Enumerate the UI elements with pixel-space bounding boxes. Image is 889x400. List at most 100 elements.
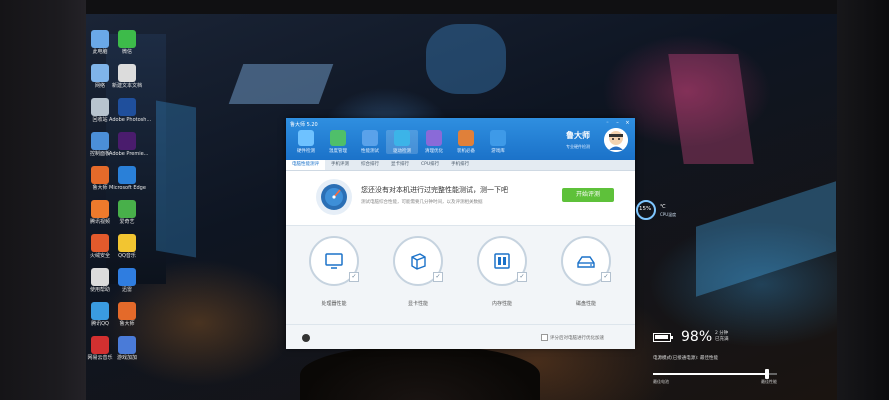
desktop-icon[interactable]: 游戏加加 [109, 336, 145, 361]
item-gpu[interactable]: ✓ 显卡性能 [388, 236, 448, 307]
app-icon [118, 132, 136, 150]
app-icon [118, 64, 136, 82]
start-benchmark-button[interactable]: 开始评测 [562, 188, 614, 202]
app-icon [118, 166, 136, 184]
apps-icon [458, 130, 474, 146]
power-mode-status: 电源模式(已接通电源): 最佳性能 [653, 356, 718, 361]
subtab-phone[interactable]: 手机评测 [325, 160, 355, 170]
desktop-icon[interactable]: 迅雷 [109, 268, 145, 293]
desktop-icon-label: Microsoft Edge [109, 185, 146, 191]
slider-left-label: 最佳电池 [653, 379, 669, 384]
optimize-after-test-option[interactable]: 评分后对电脑进行优化加速 [541, 334, 604, 341]
brand-subtitle: 专业硬件检测 [566, 144, 590, 149]
item-label: 内存性能 [491, 301, 512, 307]
item-memory[interactable]: ✓ 内存性能 [472, 236, 532, 307]
battery-level [655, 335, 668, 339]
history-icon[interactable] [302, 334, 310, 342]
monitor-icon [325, 253, 343, 269]
item-label: 磁盘性能 [575, 301, 596, 307]
app-icon [91, 98, 109, 116]
monitor-bezel-right [837, 0, 889, 400]
monitor-bezel-top [0, 0, 889, 14]
battery-remaining: 2 分钟 已充满 [715, 331, 729, 342]
subtab-overall-rank[interactable]: 综合排行 [355, 160, 385, 170]
app-icon [118, 98, 136, 116]
benchmark-hero: 您还没有对本机进行过完整性能测试，测一下吧 测试电脑综合性能，可能需要几分钟时间… [286, 171, 635, 226]
app-icon [118, 336, 136, 354]
desktop-icon[interactable]: Microsoft Edge [109, 166, 146, 191]
item-circle: ✓ [393, 236, 443, 286]
desktop-icon[interactable]: 爱奇艺 [109, 200, 145, 225]
disk-icon [577, 256, 595, 268]
item-circle: ✓ [561, 236, 611, 286]
slider-fill [653, 373, 768, 375]
desktop-icon-label: QQ音乐 [118, 253, 136, 259]
thermometer-icon [330, 130, 346, 146]
subtab-phone-rank[interactable]: 手机排行 [445, 160, 475, 170]
ludashi-window[interactable]: 鲁大师 5.20 ◦ – × 硬件检测 温度管理 性能测试 驱动检测 清理优化 … [286, 118, 635, 349]
speedometer-icon [316, 179, 352, 215]
chart-icon [362, 130, 378, 146]
app-icon [118, 268, 136, 286]
sub-tabs: 电脑性能测评 手机评测 综合排行 显卡排行 CPU排行 手机排行 [286, 160, 635, 171]
app-icon [91, 336, 109, 354]
nav-hardware[interactable]: 硬件检测 [290, 130, 322, 154]
cpu-usage: 15% [639, 206, 652, 212]
desktop-icon-label: 游戏加加 [116, 355, 137, 361]
cpu-temp-unit: ℃ [660, 204, 666, 210]
nav-benchmark[interactable]: 性能测试 [354, 130, 386, 154]
desktop-icon[interactable]: 新建文本文档 [109, 64, 145, 89]
slider-right-label: 最佳性能 [761, 379, 777, 384]
hero-title: 您还没有对本机进行过完整性能测试，测一下吧 [361, 186, 508, 194]
app-icon [91, 30, 109, 48]
desktop-icon-label: 新建文本文档 [111, 83, 142, 89]
nav-driver[interactable]: 驱动检测 [386, 130, 418, 154]
item-disk[interactable]: ✓ 磁盘性能 [556, 236, 616, 307]
desktop-icon-label: 迅雷 [121, 287, 132, 293]
desktop-icon[interactable]: Adobe Photosh... [109, 98, 152, 123]
desktop-icon[interactable]: QQ音乐 [109, 234, 145, 259]
checkbox-checked-icon[interactable]: ✓ [517, 272, 527, 282]
cpu-temp-label: CPU温度 [660, 212, 677, 217]
minimize-button[interactable]: – [614, 120, 621, 126]
desktop-icon[interactable]: 微信 [109, 30, 145, 55]
benchmark-items: ✓ 处理器性能 ✓ 显卡性能 ✓ 内存性能 ✓ 磁盘性能 [286, 226, 635, 322]
app-icon [118, 200, 136, 218]
desktop-icon[interactable]: Adobe Premie... [109, 132, 148, 157]
desktop-icon[interactable]: 鲁大师 [109, 302, 145, 327]
cpu-temperature-widget[interactable]: 15% ℃ CPU温度 [636, 200, 684, 222]
app-icon [118, 234, 136, 252]
app-icon [91, 132, 109, 150]
title-bar[interactable]: 鲁大师 5.20 ◦ – × 硬件检测 温度管理 性能测试 驱动检测 清理优化 … [286, 118, 635, 160]
checkbox-checked-icon[interactable]: ✓ [601, 272, 611, 282]
nav-apps[interactable]: 装机必备 [450, 130, 482, 154]
subtab-gpu-rank[interactable]: 显卡排行 [385, 160, 415, 170]
desktop-icon-label: 爱奇艺 [119, 219, 135, 225]
subtab-pc-benchmark[interactable]: 电脑性能测评 [286, 160, 325, 170]
main-nav: 硬件检测 温度管理 性能测试 驱动检测 清理优化 装机必备 游戏库 [290, 130, 514, 154]
app-icon [91, 302, 109, 320]
nav-games[interactable]: 游戏库 [482, 130, 514, 154]
wallpaper-billboard [696, 181, 836, 297]
desktop-icon-label: Adobe Photosh... [109, 117, 152, 123]
power-mode-slider[interactable] [653, 369, 777, 379]
wallpaper-billboard [426, 24, 506, 94]
app-icon [91, 268, 109, 286]
slider-thumb[interactable] [765, 369, 770, 379]
checkbox-checked-icon[interactable]: ✓ [433, 272, 443, 282]
app-icon [91, 234, 109, 252]
item-cpu[interactable]: ✓ 处理器性能 [304, 236, 364, 307]
optimize-checkbox[interactable] [541, 334, 548, 341]
hero-description: 测试电脑综合性能，可能需要几分钟时间，以及评测相关数据 [361, 200, 483, 205]
skin-button[interactable]: ◦ [604, 120, 611, 126]
battery-flyout: 98% 2 分钟 已充满 电源模式(已接通电源): 最佳性能 最佳电池 最佳性能 [645, 325, 785, 387]
brand: 鲁大师 专业硬件检测 [566, 128, 630, 156]
close-button[interactable]: × [624, 120, 631, 126]
wallpaper-billboard [668, 54, 754, 164]
nav-cleanup[interactable]: 清理优化 [418, 130, 450, 154]
broom-icon [426, 130, 442, 146]
checkbox-checked-icon[interactable]: ✓ [349, 272, 359, 282]
subtab-cpu-rank[interactable]: CPU排行 [415, 160, 445, 170]
nav-temperature[interactable]: 温度管理 [322, 130, 354, 154]
window-title: 鲁大师 5.20 [290, 122, 318, 128]
